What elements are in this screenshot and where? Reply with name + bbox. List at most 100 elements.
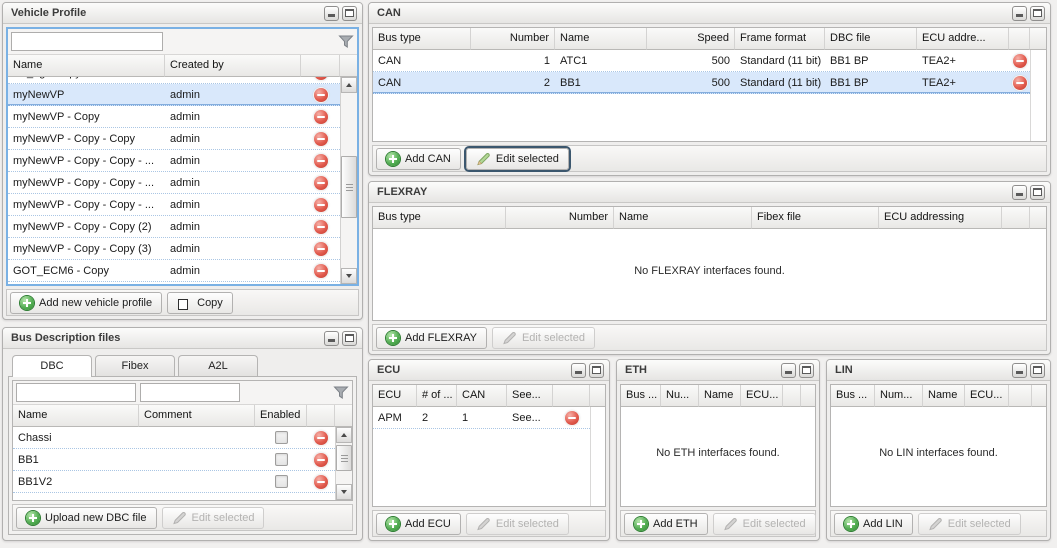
remove-icon[interactable] bbox=[314, 220, 328, 234]
edit-selected-button[interactable]: Edit selected bbox=[918, 513, 1021, 535]
vertical-scrollbar[interactable] bbox=[340, 77, 357, 284]
remove-icon[interactable] bbox=[314, 110, 328, 124]
maximize-button[interactable] bbox=[799, 363, 814, 378]
enabled-checkbox[interactable] bbox=[275, 475, 288, 488]
column-header-name[interactable]: Name bbox=[614, 207, 752, 229]
column-header-see[interactable]: See... bbox=[507, 385, 553, 407]
table-row[interactable]: myNewVP - Copy - Copy (3) admin bbox=[8, 238, 340, 260]
enabled-checkbox[interactable] bbox=[275, 453, 288, 466]
remove-icon[interactable] bbox=[565, 411, 579, 425]
remove-icon[interactable] bbox=[314, 431, 328, 445]
table-row[interactable]: myNewVP - Copy - Copy - ... admin bbox=[8, 172, 340, 194]
upload-dbc-button[interactable]: Upload new DBC file bbox=[16, 507, 157, 529]
maximize-button[interactable] bbox=[589, 363, 604, 378]
column-header-ecu-addressing[interactable]: ECU addre... bbox=[917, 28, 1009, 50]
name-filter-input[interactable] bbox=[11, 32, 163, 51]
remove-icon[interactable] bbox=[314, 176, 328, 190]
add-vehicle-profile-button[interactable]: Add new vehicle profile bbox=[10, 292, 162, 314]
tab-dbc[interactable]: DBC bbox=[12, 355, 92, 377]
maximize-button[interactable] bbox=[342, 331, 357, 346]
column-header-enabled[interactable]: Enabled bbox=[255, 405, 307, 427]
column-header-actions[interactable] bbox=[1009, 28, 1030, 50]
column-header-comment[interactable]: Comment bbox=[139, 405, 255, 427]
scroll-thumb[interactable] bbox=[336, 445, 352, 471]
remove-icon[interactable] bbox=[1013, 76, 1027, 90]
column-header-number[interactable]: Number bbox=[471, 28, 555, 50]
column-header-number[interactable]: Nu... bbox=[661, 385, 699, 407]
remove-icon[interactable] bbox=[314, 242, 328, 256]
filter-funnel-icon[interactable] bbox=[338, 35, 354, 48]
copy-button[interactable]: Copy bbox=[167, 292, 233, 314]
column-header-ecu[interactable]: ECU... bbox=[741, 385, 783, 407]
column-header-name[interactable]: Name bbox=[699, 385, 741, 407]
column-header-dbc-file[interactable]: DBC file bbox=[825, 28, 917, 50]
scroll-track[interactable] bbox=[336, 443, 352, 484]
eth-header[interactable]: ETH bbox=[617, 360, 819, 381]
table-row[interactable]: CAN 1 ATC1 500 Standard (11 bit) BB1 BP … bbox=[373, 50, 1030, 72]
minimize-button[interactable] bbox=[1012, 363, 1027, 378]
maximize-button[interactable] bbox=[342, 6, 357, 21]
column-header-name[interactable]: Name bbox=[8, 55, 165, 77]
column-header-num-of[interactable]: # of ... bbox=[417, 385, 457, 407]
column-header-number[interactable]: Num... bbox=[875, 385, 923, 407]
column-header-name[interactable]: Name bbox=[13, 405, 139, 427]
minimize-button[interactable] bbox=[1012, 185, 1027, 200]
add-lin-button[interactable]: Add LIN bbox=[834, 513, 913, 535]
table-row[interactable]: GOT_ECM6 - Copy admin bbox=[8, 260, 340, 282]
column-header-actions[interactable] bbox=[1002, 207, 1030, 229]
can-header[interactable]: CAN bbox=[369, 3, 1050, 24]
ecu-header[interactable]: ECU bbox=[369, 360, 609, 381]
table-row-clipped[interactable] bbox=[8, 282, 340, 284]
minimize-button[interactable] bbox=[324, 331, 339, 346]
table-row[interactable]: myNewVP admin bbox=[8, 84, 340, 106]
edit-selected-button[interactable]: Edit selected bbox=[162, 507, 265, 529]
column-header-actions[interactable] bbox=[307, 405, 335, 427]
column-header-actions[interactable] bbox=[553, 385, 590, 407]
table-row[interactable]: CAN 2 BB1 500 Standard (11 bit) BB1 BP T… bbox=[373, 72, 1030, 94]
column-header-name[interactable]: Name bbox=[555, 28, 647, 50]
table-row-clipped[interactable]: BF_ng - Copy admin bbox=[8, 77, 340, 84]
lin-header[interactable]: LIN bbox=[827, 360, 1050, 381]
name-filter-input[interactable] bbox=[16, 383, 136, 402]
edit-selected-button[interactable]: Edit selected bbox=[466, 148, 569, 170]
column-header-ecu-addressing[interactable]: ECU addressing bbox=[879, 207, 1002, 229]
column-header-frame-format[interactable]: Frame format bbox=[735, 28, 825, 50]
remove-icon[interactable] bbox=[1013, 54, 1027, 68]
column-header-ecu[interactable]: ECU bbox=[373, 385, 417, 407]
maximize-button[interactable] bbox=[1030, 363, 1045, 378]
table-row[interactable]: myNewVP - Copy - Copy admin bbox=[8, 128, 340, 150]
remove-icon[interactable] bbox=[314, 132, 328, 146]
table-row[interactable]: myNewVP - Copy - Copy (2) admin bbox=[8, 216, 340, 238]
edit-selected-button[interactable]: Edit selected bbox=[492, 327, 595, 349]
remove-icon[interactable] bbox=[314, 453, 328, 467]
table-row[interactable]: myNewVP - Copy - Copy - ... admin bbox=[8, 194, 340, 216]
table-row[interactable]: myNewVP - Copy admin bbox=[8, 106, 340, 128]
bus-description-header[interactable]: Bus Description files bbox=[3, 328, 362, 349]
column-header-actions[interactable] bbox=[1009, 385, 1032, 407]
column-header-fibex-file[interactable]: Fibex file bbox=[752, 207, 879, 229]
column-header-speed[interactable]: Speed bbox=[647, 28, 735, 50]
column-header-name[interactable]: Name bbox=[923, 385, 965, 407]
minimize-button[interactable] bbox=[1012, 6, 1027, 21]
comment-filter-input[interactable] bbox=[140, 383, 240, 402]
enabled-checkbox[interactable] bbox=[275, 431, 288, 444]
remove-icon[interactable] bbox=[314, 154, 328, 168]
filter-funnel-icon[interactable] bbox=[333, 386, 349, 399]
flexray-header[interactable]: FLEXRAY bbox=[369, 182, 1050, 203]
scroll-track[interactable] bbox=[341, 93, 357, 268]
table-row[interactable]: APM 2 1 See... bbox=[373, 407, 590, 429]
column-header-actions[interactable] bbox=[301, 55, 340, 77]
column-header-bus-type[interactable]: Bus ... bbox=[831, 385, 875, 407]
scroll-up-button[interactable] bbox=[341, 77, 357, 93]
column-header-bus-type[interactable]: Bus type bbox=[373, 28, 471, 50]
column-header-ecu[interactable]: ECU... bbox=[965, 385, 1009, 407]
add-eth-button[interactable]: Add ETH bbox=[624, 513, 708, 535]
add-flexray-button[interactable]: Add FLEXRAY bbox=[376, 327, 487, 349]
tab-a2l[interactable]: A2L bbox=[178, 355, 258, 376]
table-row[interactable]: BB1 bbox=[13, 449, 335, 471]
minimize-button[interactable] bbox=[781, 363, 796, 378]
remove-icon[interactable] bbox=[314, 264, 328, 278]
maximize-button[interactable] bbox=[1030, 6, 1045, 21]
minimize-button[interactable] bbox=[571, 363, 586, 378]
column-header-actions[interactable] bbox=[783, 385, 801, 407]
